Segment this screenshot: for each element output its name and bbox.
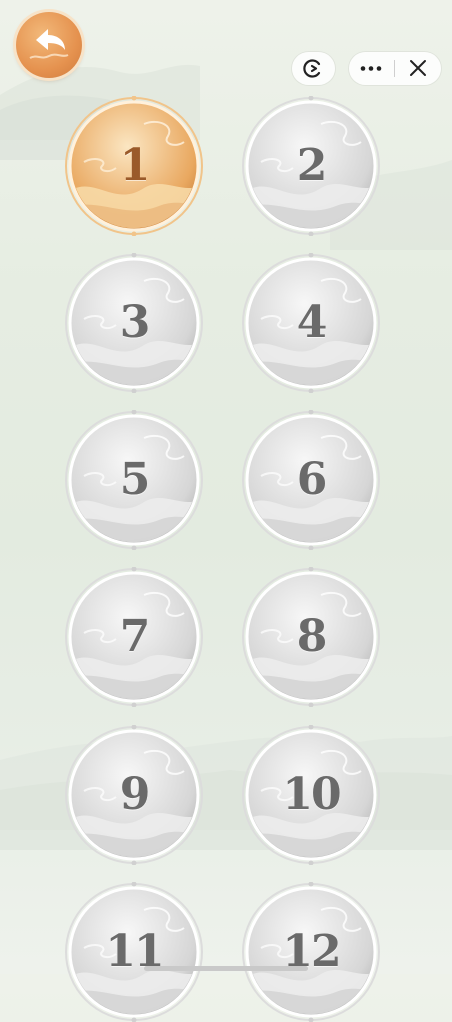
- level-number: 7: [64, 567, 204, 707]
- level-number: 4: [241, 253, 381, 393]
- level-number: 6: [241, 410, 381, 550]
- level-button-5[interactable]: 5: [64, 410, 204, 550]
- level-button-11[interactable]: 11: [64, 882, 204, 1022]
- level-button-9[interactable]: 9: [64, 725, 204, 865]
- level-button-7[interactable]: 7: [64, 567, 204, 707]
- level-number: 1: [64, 96, 204, 236]
- level-button-4[interactable]: 4: [241, 253, 381, 393]
- level-number: 9: [64, 725, 204, 865]
- mini-program-capsule: [349, 52, 441, 85]
- level-number: 12: [241, 882, 381, 1022]
- level-number: 11: [64, 882, 204, 1022]
- level-number: 10: [241, 725, 381, 865]
- back-button[interactable]: [16, 12, 82, 78]
- level-button-3[interactable]: 3: [64, 253, 204, 393]
- close-icon[interactable]: [395, 52, 441, 85]
- game-icon: [292, 52, 335, 85]
- level-button-10[interactable]: 10: [241, 725, 381, 865]
- more-dots-icon[interactable]: [349, 52, 394, 85]
- back-arrow-icon: [16, 12, 82, 78]
- level-button-6[interactable]: 6: [241, 410, 381, 550]
- game-button[interactable]: [292, 52, 335, 85]
- level-button-8[interactable]: 8: [241, 567, 381, 707]
- level-button-12[interactable]: 12: [241, 882, 381, 1022]
- level-number: 2: [241, 96, 381, 236]
- level-button-2[interactable]: 2: [241, 96, 381, 236]
- level-number: 8: [241, 567, 381, 707]
- level-number: 5: [64, 410, 204, 550]
- home-indicator: [144, 966, 308, 971]
- level-number: 3: [64, 253, 204, 393]
- level-button-1[interactable]: 1: [64, 96, 204, 236]
